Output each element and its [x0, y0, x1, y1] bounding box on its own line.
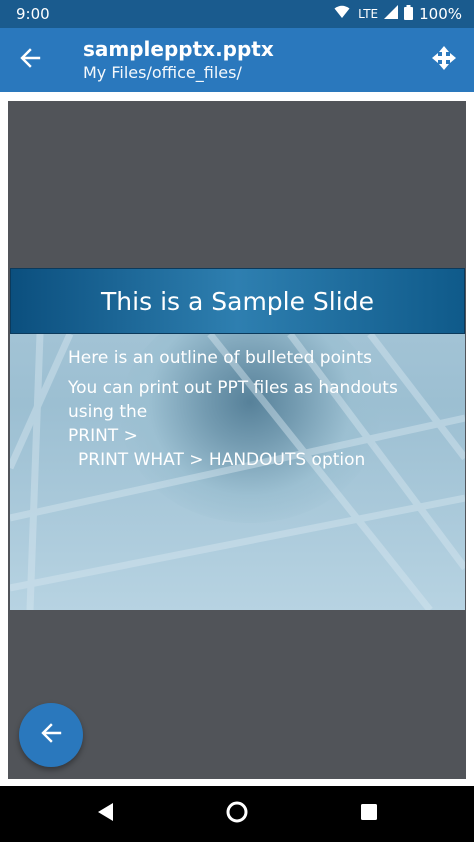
- bullet-line: PRINT >: [68, 426, 138, 446]
- nav-recents-button[interactable]: [355, 800, 383, 828]
- network-type: LTE: [358, 7, 379, 21]
- status-icons: LTE 100%: [334, 4, 462, 24]
- square-recents-icon: [360, 803, 378, 825]
- app-bar: samplepptx.pptx My Files/office_files/: [0, 28, 474, 92]
- bullet-item: You can print out PPT files as handouts …: [68, 376, 448, 472]
- arrow-left-icon: [19, 47, 41, 73]
- circle-home-icon: [225, 800, 249, 828]
- slide-bullets: Here is an outline of bulleted points Yo…: [68, 346, 448, 478]
- triangle-back-icon: [96, 802, 114, 826]
- back-button[interactable]: [14, 44, 46, 76]
- title-block: samplepptx.pptx My Files/office_files/: [83, 36, 274, 84]
- slide-title-band: This is a Sample Slide: [10, 268, 465, 334]
- bullet-line: using the: [68, 402, 148, 422]
- bullet-line: PRINT WHAT > HANDOUTS option: [78, 450, 366, 470]
- file-title: samplepptx.pptx: [83, 37, 274, 61]
- slide: This is a Sample Slide Here is an outlin…: [10, 268, 465, 610]
- nav-home-button[interactable]: [223, 800, 251, 828]
- system-nav-bar: [0, 786, 474, 842]
- bullet-line: Here is an outline of bulleted points: [68, 348, 373, 368]
- battery-level: 100%: [419, 5, 462, 23]
- bullet-item: Here is an outline of bulleted points: [68, 346, 448, 370]
- move-arrows-icon: [431, 45, 457, 75]
- file-path: My Files/office_files/: [83, 63, 242, 82]
- previous-page-fab[interactable]: [19, 703, 83, 767]
- bullet-line: You can print out PPT files as handouts: [68, 378, 398, 398]
- nav-back-button[interactable]: [91, 800, 119, 828]
- move-button[interactable]: [428, 44, 460, 76]
- status-bar: 9:00 LTE 100%: [0, 0, 474, 28]
- battery-icon: [404, 4, 414, 24]
- wifi-icon: [334, 5, 350, 23]
- signal-icon: [384, 5, 399, 23]
- slide-title: This is a Sample Slide: [101, 286, 374, 316]
- status-time: 9:00: [16, 5, 50, 23]
- arrow-left-icon: [40, 722, 62, 748]
